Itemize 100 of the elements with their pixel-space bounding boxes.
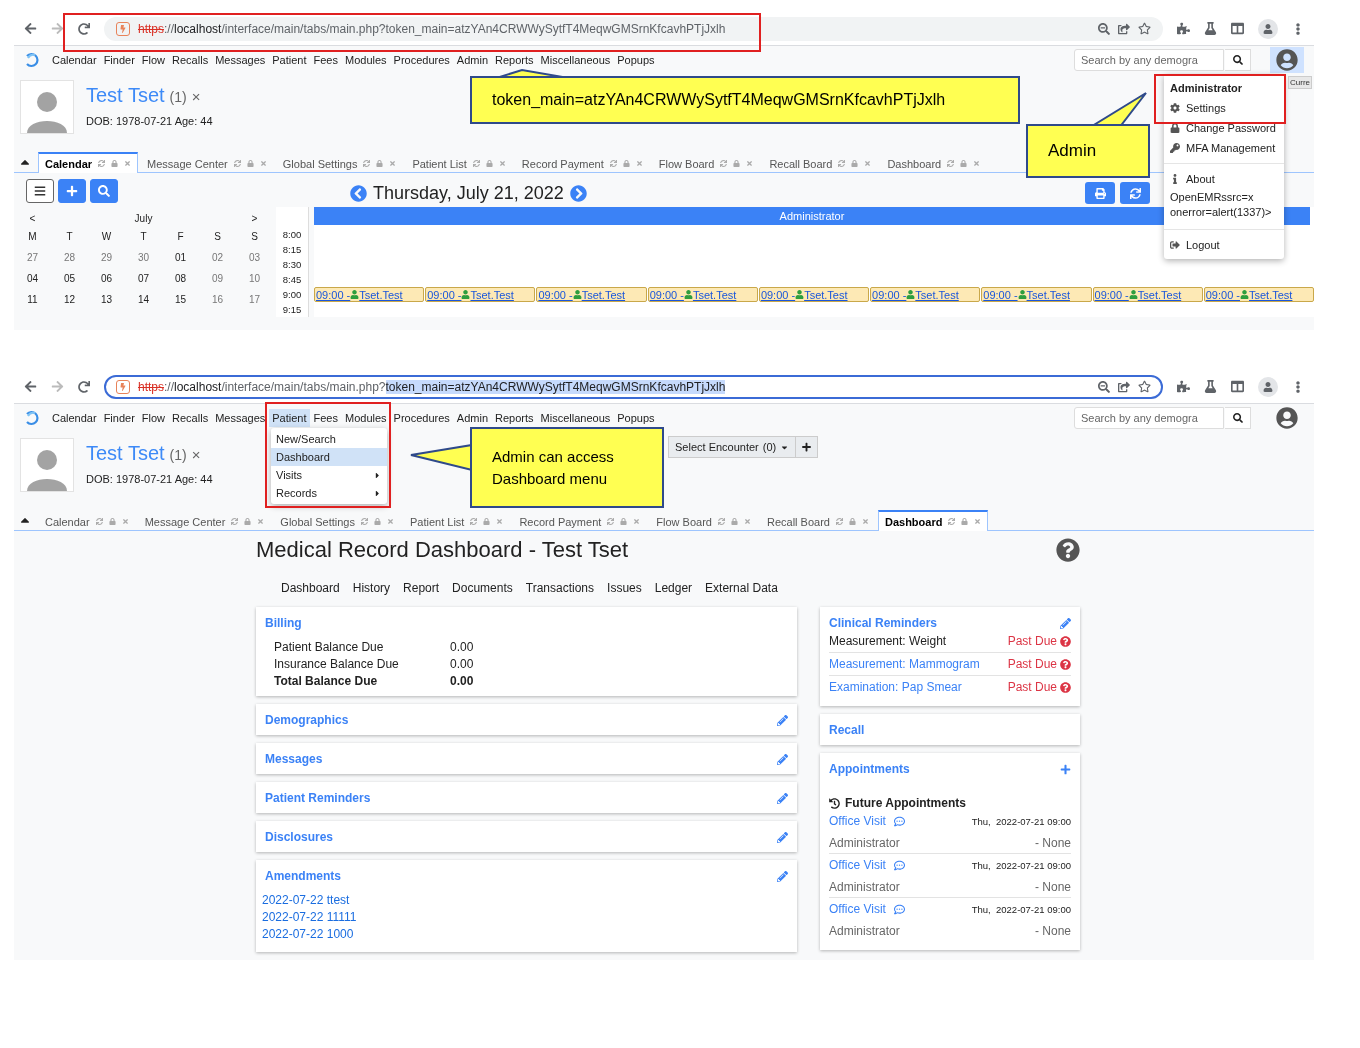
card-title[interactable]: Demographics bbox=[265, 713, 349, 727]
calendar-day[interactable]: 07 bbox=[125, 270, 162, 287]
tab[interactable]: Record Payment bbox=[514, 152, 650, 173]
calendar-day[interactable]: 13 bbox=[88, 291, 125, 308]
menu-item[interactable]: Recalls bbox=[169, 409, 212, 427]
menu-item[interactable]: Popups bbox=[614, 51, 658, 69]
print-button[interactable] bbox=[1085, 182, 1115, 204]
back-icon[interactable] bbox=[24, 380, 37, 393]
refresh-icon[interactable] bbox=[360, 518, 368, 525]
tab[interactable]: Flow Board bbox=[649, 510, 758, 531]
refresh-icon[interactable] bbox=[607, 518, 615, 525]
card-title[interactable]: Messages bbox=[265, 752, 323, 766]
close-icon[interactable] bbox=[124, 160, 132, 167]
lock-icon[interactable] bbox=[851, 160, 859, 167]
calendar-day[interactable]: 04 bbox=[14, 270, 51, 287]
address-bar[interactable]: https://localhost/interface/main/tabs/main.php?token_main=atzYAn4CRWWySytfT4MeqwGMSrnKfcavhPTjJxlh bbox=[104, 16, 1163, 41]
card-title[interactable]: Patient Reminders bbox=[265, 791, 371, 805]
nav-link[interactable]: Transactions bbox=[525, 581, 595, 595]
search-field[interactable]: Search by any demogra bbox=[1074, 407, 1224, 429]
zoom-icon[interactable] bbox=[1098, 22, 1110, 35]
refresh-icon[interactable] bbox=[98, 160, 106, 167]
card-title[interactable]: Billing bbox=[265, 616, 788, 630]
close-icon[interactable] bbox=[635, 160, 643, 167]
calendar-day[interactable]: 28 bbox=[51, 249, 88, 266]
refresh-icon[interactable] bbox=[233, 160, 241, 167]
calendar-day[interactable]: 11 bbox=[14, 291, 51, 308]
forward-icon[interactable] bbox=[51, 22, 64, 35]
tab[interactable]: Calendar bbox=[38, 510, 136, 531]
tab[interactable]: Calendar bbox=[38, 152, 139, 173]
calendar-day[interactable]: 30 bbox=[125, 249, 162, 266]
appointment-chip[interactable]: 09:00 - Tset.Test bbox=[425, 287, 536, 302]
refresh-icon[interactable] bbox=[948, 518, 956, 525]
lock-icon[interactable] bbox=[108, 518, 116, 525]
nav-link[interactable]: Dashboard bbox=[281, 581, 340, 595]
tab[interactable]: Global Settings bbox=[273, 510, 401, 531]
menu-item[interactable]: Logout bbox=[1164, 235, 1284, 255]
lock-icon[interactable] bbox=[376, 160, 384, 167]
close-icon[interactable] bbox=[633, 518, 641, 525]
calendar-day[interactable]: 01 bbox=[162, 249, 199, 266]
card-title[interactable]: Disclosures bbox=[265, 830, 334, 844]
calendar-day[interactable]: 09 bbox=[199, 270, 236, 287]
menu-item[interactable]: Reports bbox=[492, 409, 537, 427]
previous-month[interactable]: < bbox=[14, 213, 51, 224]
refresh-icon[interactable] bbox=[717, 518, 725, 525]
menu-item[interactable]: Miscellaneous bbox=[537, 51, 614, 69]
refresh-icon[interactable] bbox=[363, 160, 371, 167]
refresh-icon[interactable] bbox=[609, 160, 617, 167]
calendar-day[interactable]: 06 bbox=[88, 270, 125, 287]
edit-icon[interactable] bbox=[1060, 617, 1071, 629]
nav-link[interactable]: External Data bbox=[705, 581, 778, 595]
add-icon[interactable] bbox=[1060, 763, 1071, 775]
tab[interactable]: Message Center bbox=[137, 510, 272, 531]
close-icon[interactable] bbox=[121, 518, 129, 525]
menu-item[interactable]: MFA Management bbox=[1164, 138, 1284, 158]
next-day-icon[interactable] bbox=[569, 184, 587, 202]
lock-icon[interactable] bbox=[246, 160, 254, 167]
address-bar[interactable]: https://localhost/interface/main/tabs/main.php?token_main=atzYAn4CRWWySytfT4MeqwGMSrnKfcavhPTjJxlh bbox=[104, 374, 1163, 399]
close-icon[interactable] bbox=[257, 518, 265, 525]
flask-icon[interactable] bbox=[1204, 380, 1217, 393]
close-icon[interactable] bbox=[496, 518, 504, 525]
nav-link[interactable]: Documents bbox=[452, 581, 513, 595]
menu-item[interactable]: Modules bbox=[342, 51, 390, 69]
appointment-link[interactable]: Office Visit bbox=[829, 902, 905, 916]
refresh-button[interactable] bbox=[1120, 182, 1150, 204]
close-icon[interactable] bbox=[861, 518, 869, 525]
appointment-chip[interactable]: 09:00 - Tset.Test bbox=[1203, 287, 1314, 302]
nav-link[interactable]: History bbox=[352, 581, 391, 595]
search-field[interactable]: Search by any demogra bbox=[1074, 49, 1224, 71]
previous-day-icon[interactable] bbox=[350, 184, 367, 202]
refresh-icon[interactable] bbox=[231, 518, 239, 525]
appointment-chip[interactable]: 09:00 - Tset.Test bbox=[758, 287, 870, 302]
help-icon[interactable] bbox=[1060, 681, 1071, 693]
card-title[interactable]: Amendments bbox=[265, 869, 341, 883]
calendar-day[interactable]: 08 bbox=[162, 270, 199, 287]
menu-item[interactable]: Flow bbox=[138, 409, 169, 427]
refresh-icon[interactable] bbox=[838, 160, 846, 167]
help-icon[interactable] bbox=[1060, 658, 1071, 670]
tab[interactable]: Global Settings bbox=[275, 152, 404, 173]
menu-item[interactable]: Change Password bbox=[1164, 118, 1284, 138]
nav-link[interactable]: Ledger bbox=[654, 581, 693, 595]
menu-item[interactable]: Messages bbox=[212, 409, 269, 427]
refresh-icon[interactable] bbox=[720, 160, 728, 167]
help-icon[interactable] bbox=[1056, 538, 1080, 562]
flask-icon[interactable] bbox=[1204, 22, 1217, 35]
tab[interactable]: Recall Board bbox=[762, 152, 879, 173]
edit-icon[interactable] bbox=[777, 753, 788, 765]
next-month[interactable]: > bbox=[236, 213, 273, 224]
menu-item[interactable]: Admin bbox=[453, 409, 492, 427]
menu-item[interactable]: Dashboard bbox=[271, 448, 387, 466]
calendar-day[interactable]: 02 bbox=[199, 249, 236, 266]
close-icon[interactable] bbox=[498, 160, 506, 167]
refresh-icon[interactable] bbox=[835, 518, 843, 525]
tab[interactable]: Patient List bbox=[402, 510, 511, 531]
tab[interactable]: Flow Board bbox=[651, 152, 761, 173]
reminder-label[interactable]: Measurement: Mammogram bbox=[829, 657, 980, 671]
menu-item[interactable]: Miscellaneous bbox=[537, 409, 614, 427]
side-panel-icon[interactable] bbox=[1231, 380, 1244, 393]
appointment-link[interactable]: Office Visit bbox=[829, 814, 905, 828]
zoom-icon[interactable] bbox=[1098, 380, 1110, 393]
menu-item[interactable]: About bbox=[1164, 169, 1284, 189]
